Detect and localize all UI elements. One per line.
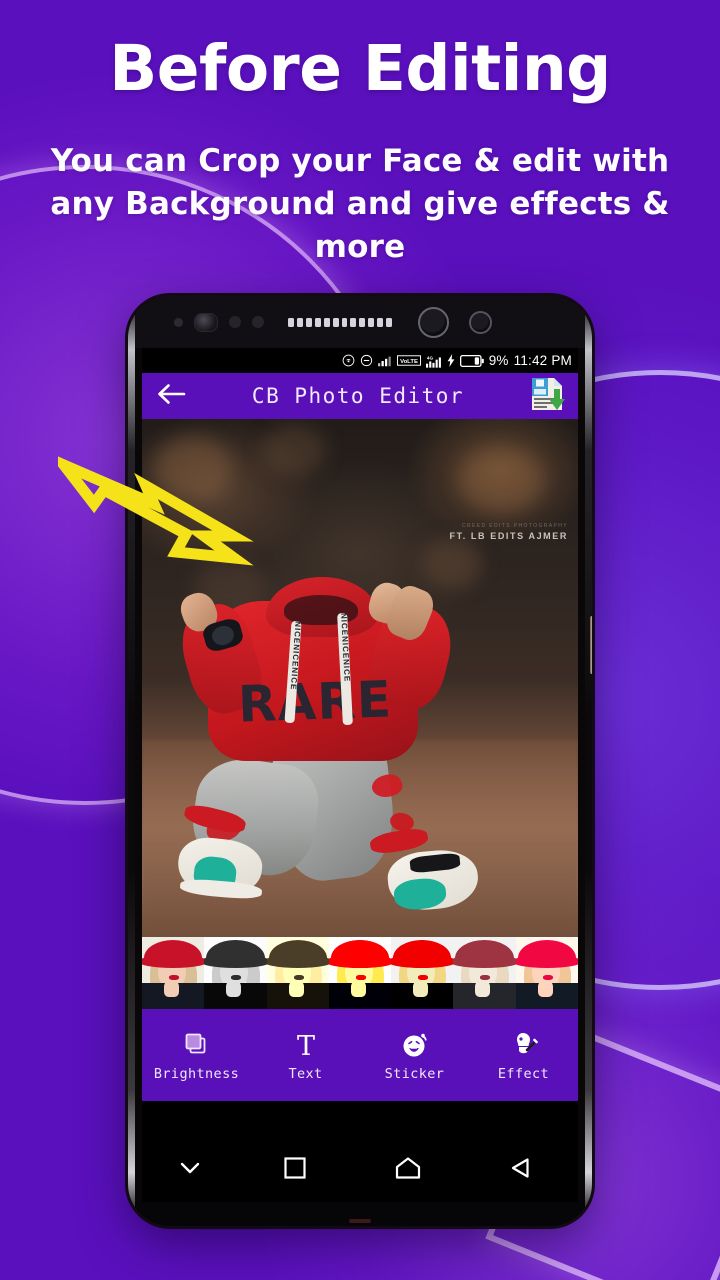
app-bar: CB Photo Editor (142, 373, 578, 419)
filter-thumb[interactable] (266, 937, 329, 1009)
hoodie-graphic-text: RARE (237, 670, 393, 734)
text-t-icon: T (292, 1029, 320, 1059)
app-title: CB Photo Editor (251, 384, 465, 408)
recents-square-icon (283, 1156, 307, 1185)
back-button[interactable] (150, 375, 192, 417)
tool-text[interactable]: T Text (251, 1029, 360, 1082)
signal-4g-icon: 4G (425, 354, 442, 368)
filter-thumb[interactable] (391, 937, 454, 1009)
tool-label: Effect (497, 1065, 550, 1082)
filter-thumb[interactable] (142, 937, 205, 1009)
proximity-sensor-icon (229, 316, 241, 328)
svg-text:VoLTE: VoLTE (400, 359, 418, 365)
cast-icon (342, 354, 355, 367)
home-icon (395, 1156, 421, 1185)
volume-key[interactable] (590, 616, 592, 674)
arrow-left-icon (156, 382, 186, 411)
filter-strip[interactable] (142, 937, 578, 1009)
filter-thumb[interactable] (453, 937, 516, 1009)
iris-scanner-icon (418, 306, 449, 338)
phone-chin (128, 1200, 592, 1226)
filter-thumb[interactable] (204, 937, 267, 1009)
volte-icon: VoLTE (396, 355, 421, 366)
front-camera-icon (194, 312, 218, 332)
promo-subtitle-line-1: You can Crop your Face & edit with (50, 143, 670, 180)
editor-toolbar: Brightness T Text Sticker Effect (142, 1009, 578, 1101)
tool-brightness[interactable]: Brightness (142, 1029, 251, 1082)
tool-sticker[interactable]: Sticker (360, 1029, 469, 1082)
promo-subtitle-line-2: any Background and give effects & more (50, 185, 670, 265)
tool-label: Text (288, 1065, 323, 1082)
watermark-main-line: FT. LB EDITS AJMER (449, 531, 568, 541)
sensor-dot-icon (174, 317, 183, 327)
magic-wand-effect-icon (510, 1029, 538, 1059)
watermark-top-line: CREED EDITS PHOTOGRAPHY (461, 523, 568, 529)
yellow-pointer-arrow-icon (46, 440, 288, 570)
page-title: Before Editing (109, 32, 611, 105)
layers-brightness-icon (183, 1029, 211, 1059)
clock-label: 11:42 PM (513, 353, 572, 368)
back-triangle-icon (509, 1156, 533, 1185)
smiley-sticker-icon (401, 1029, 429, 1059)
charging-port (349, 1219, 371, 1223)
recents-button[interactable] (238, 1156, 351, 1185)
charging-bolt-icon (447, 354, 455, 367)
filter-thumb[interactable] (515, 937, 578, 1009)
home-button[interactable] (352, 1156, 465, 1185)
battery-icon (459, 354, 484, 367)
light-sensor-icon (252, 316, 264, 328)
android-navigation-bar (142, 1138, 578, 1202)
promo-subtitle: You can Crop your Face & edit with any B… (0, 140, 720, 268)
svg-text:4G: 4G (427, 355, 434, 360)
hide-nav-chevron-icon (178, 1160, 202, 1181)
tool-label: Sticker (384, 1065, 445, 1082)
phone-mockup: VoLTE 4G 9% 11:42 PM CB Photo Editor CRE… (128, 296, 592, 1226)
filter-thumb[interactable] (328, 937, 392, 1009)
photo-watermark: CREED EDITS PHOTOGRAPHY FT. LB EDITS AJM… (450, 523, 568, 541)
battery-percent-label: 9% (488, 353, 509, 368)
secondary-sensor-icon (469, 310, 492, 334)
hide-nav-button[interactable] (142, 1160, 238, 1181)
save-download-icon (529, 376, 565, 417)
back-button-nav[interactable] (465, 1156, 578, 1185)
do-not-disturb-icon (360, 354, 373, 367)
svg-text:T: T (296, 1031, 314, 1059)
signal-bars-icon (377, 355, 392, 367)
phone-sensor-bar (128, 296, 592, 348)
tool-effect[interactable]: Effect (469, 1029, 578, 1082)
promo-text-block: Before Editing You can Crop your Face & … (0, 32, 720, 268)
tool-label: Brightness (153, 1065, 240, 1082)
status-bar: VoLTE 4G 9% 11:42 PM (142, 348, 578, 373)
earpiece-speaker-icon (288, 317, 393, 327)
save-button[interactable] (524, 375, 570, 417)
